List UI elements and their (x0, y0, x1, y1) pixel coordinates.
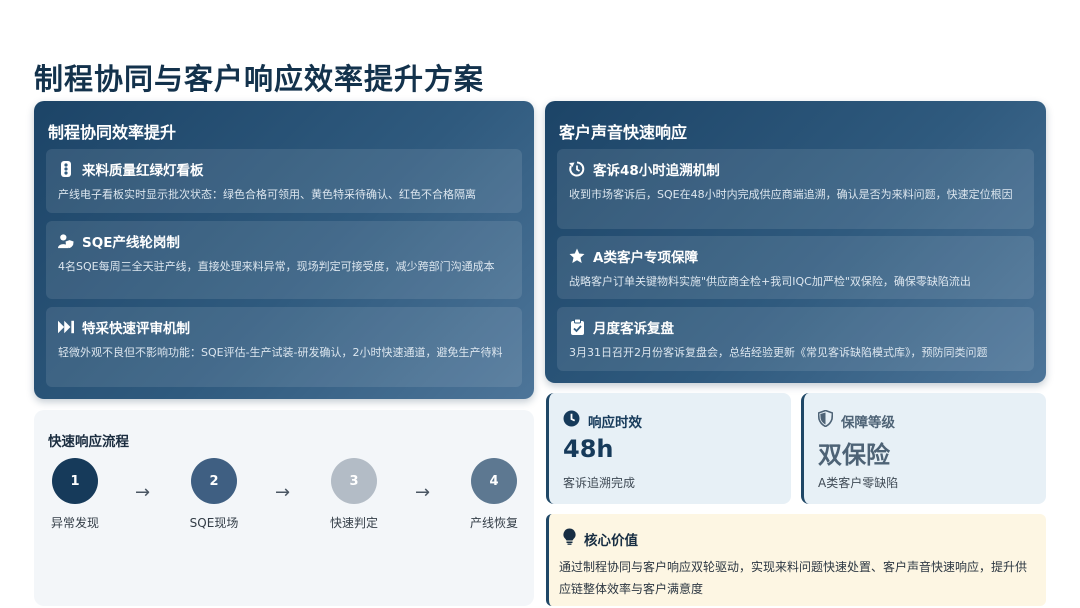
info-card: 月度客诉复盘 3月31日召开2月份客诉复盘会，总结经验更新《常见客诉缺陷模式库》… (557, 307, 1034, 371)
stat-caption: 客诉追溯完成 (563, 476, 636, 490)
info-card: 客诉48小时追溯机制 收到市场客诉后，SQE在48小时内完成供应商端追溯，确认是… (557, 149, 1034, 229)
stat-title: 保障等级 (841, 414, 895, 431)
flow-step: 4 产线恢复 (454, 458, 534, 531)
panel-title: 制程协同效率提升 (48, 123, 177, 142)
user-shield-icon (58, 233, 74, 249)
customer-response-panel: 客户声音快速响应 客诉48小时追溯机制 收到市场客诉后，SQE在48小时内完成供… (545, 101, 1046, 383)
info-card: A类客户专项保障 战略客户订单关键物料实施"供应商全检+我司IQC加严检"双保险… (557, 236, 1034, 299)
card-description: 产线电子看板实时显示批次状态：绿色合格可领用、黄色特采待确认、红色不合格隔离 (58, 188, 476, 201)
step-number: 3 (331, 458, 377, 504)
star-icon (569, 248, 585, 264)
step-label: SQE现场 (189, 516, 239, 530)
panel-title: 客户声音快速响应 (559, 123, 688, 142)
guarantee-level-card: 保障等级 双保险 A类客户零缺陷 (801, 393, 1046, 504)
flow-step: 1 异常发现 (35, 458, 115, 531)
card-description: 收到市场客诉后，SQE在48小时内完成供应商端追溯，确认是否为来料问题，快速定位… (569, 188, 1013, 201)
shield-icon (817, 409, 834, 431)
response-flow-panel: 快速响应流程 1 异常发现 → 2 SQE现场 → 3 快速判定 → 4 产线恢… (34, 410, 534, 606)
history-icon (569, 161, 585, 177)
arrow-right-icon: → (415, 482, 431, 503)
stat-value: 48h (563, 435, 614, 463)
flow-step: 2 SQE现场 (174, 458, 254, 531)
step-number: 2 (191, 458, 237, 504)
arrow-right-icon: → (135, 482, 151, 503)
page-title: 制程协同与客户响应效率提升方案 (34, 62, 485, 96)
card-title: A类客户专项保障 (593, 250, 698, 266)
stat-value: 双保险 (818, 441, 890, 469)
process-collaboration-panel: 制程协同效率提升 来料质量红绿灯看板 产线电子看板实时显示批次状态：绿色合格可领… (34, 101, 534, 399)
card-description: 3月31日召开2月份客诉复盘会，总结经验更新《常见客诉缺陷模式库》，预防同类问题 (569, 346, 988, 359)
fast-forward-icon (58, 319, 74, 335)
info-card: 特采快速评审机制 轻微外观不良但不影响功能：SQE评估-生产试装-研发确认，2小… (46, 307, 522, 387)
card-title: 客诉48小时追溯机制 (593, 163, 720, 179)
step-number: 1 (52, 458, 98, 504)
flow-step: 3 快速判定 (314, 458, 394, 531)
info-card: 来料质量红绿灯看板 产线电子看板实时显示批次状态：绿色合格可领用、黄色特采待确认… (46, 149, 522, 213)
card-title: SQE产线轮岗制 (82, 235, 180, 251)
info-card: SQE产线轮岗制 4名SQE每周三全天驻产线，直接处理来料异常，现场判定可接受度… (46, 221, 522, 299)
clock-icon (563, 410, 580, 431)
core-title: 核心价值 (584, 532, 638, 549)
card-title: 特采快速评审机制 (82, 321, 190, 337)
card-description: 4名SQE每周三全天驻产线，直接处理来料异常，现场判定可接受度，减少跨部门沟通成… (58, 260, 495, 273)
card-description: 战略客户订单关键物料实施"供应商全检+我司IQC加严检"双保险，确保零缺陷流出 (569, 275, 971, 288)
stat-caption: A类客户零缺陷 (818, 476, 899, 490)
stat-title: 响应时效 (588, 414, 642, 431)
core-description: 通过制程协同与客户响应双轮驱动，实现来料问题快速处置、客户声音快速响应，提升供应… (559, 560, 1028, 596)
step-number: 4 (471, 458, 517, 504)
arrow-right-icon: → (275, 482, 291, 503)
lightbulb-icon (563, 528, 576, 549)
flow-title: 快速响应流程 (48, 434, 129, 450)
response-time-card: 响应时效 48h 客诉追溯完成 (546, 393, 791, 504)
step-label: 快速判定 (329, 516, 378, 530)
card-title: 月度客诉复盘 (593, 321, 674, 337)
traffic-light-icon (58, 161, 74, 177)
step-label: 异常发现 (50, 516, 99, 530)
card-description: 轻微外观不良但不影响功能：SQE评估-生产试装-研发确认，2小时快速通道，避免生… (58, 346, 503, 359)
core-value-panel: 核心价值 通过制程协同与客户响应双轮驱动，实现来料问题快速处置、客户声音快速响应… (546, 514, 1046, 606)
card-title: 来料质量红绿灯看板 (82, 163, 204, 179)
clipboard-check-icon (569, 319, 585, 335)
step-label: 产线恢复 (469, 516, 518, 530)
